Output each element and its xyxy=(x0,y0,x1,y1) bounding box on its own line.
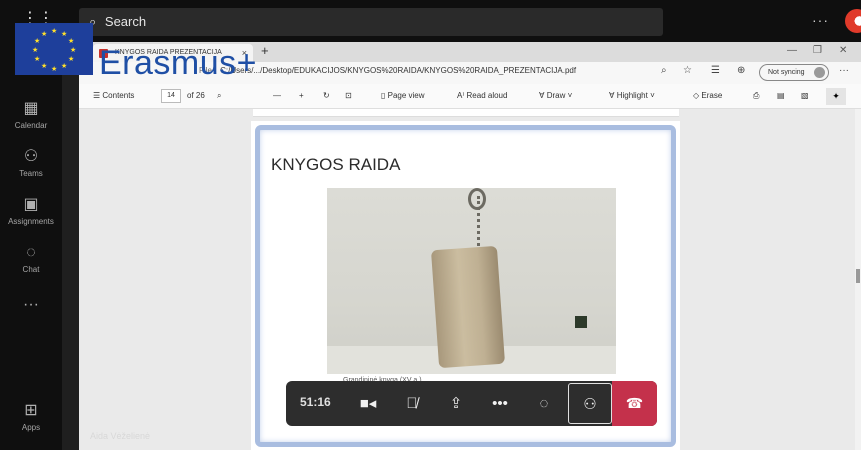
highlight-button[interactable]: ∀ Highlight ˅ xyxy=(609,91,655,100)
search-box[interactable]: ⌕ Search xyxy=(79,8,663,36)
apps-icon: ⊞ xyxy=(24,402,38,419)
user-avatar[interactable] xyxy=(845,9,861,33)
draw-button[interactable]: ∀ Draw ˅ xyxy=(539,91,572,100)
rail-label-teams: Teams xyxy=(19,169,43,178)
star-icon: ★ xyxy=(61,63,68,70)
teams-icon: ⚇ xyxy=(23,148,39,165)
zoom-out-icon[interactable]: — xyxy=(273,91,281,100)
meeting-controls: 51:16 ■◂ 🎙̸ ⇪ ••• ◌ ⚇ ☎ xyxy=(286,381,657,426)
browser-menu-icon[interactable]: ··· xyxy=(839,65,849,76)
star-icon: ★ xyxy=(34,56,41,63)
print-icon[interactable]: ⎙ xyxy=(753,91,759,101)
rail-label-assignments: Assignments xyxy=(8,217,54,226)
new-tab-button[interactable]: + xyxy=(261,43,269,58)
rail-item-chat[interactable]: ◌ Chat xyxy=(0,244,62,274)
minimize-icon[interactable]: — xyxy=(787,45,797,56)
pdf-toolbar: ☰ Contents 14 of 26 ⌕ — + ↻ ⊡ ▯ Page vie… xyxy=(79,84,861,109)
hang-up-button[interactable]: ☎ xyxy=(612,381,657,426)
profile-avatar xyxy=(814,67,825,78)
read-aloud-button[interactable]: A⁾ Read aloud xyxy=(457,91,507,100)
left-rail: ▦ Calendar ⚇ Teams ▣ Assignments ◌ Chat … xyxy=(0,42,62,450)
page-total: of 26 xyxy=(187,91,205,100)
star-icon: ★ xyxy=(68,38,75,45)
restore-icon[interactable]: ❐ xyxy=(813,45,822,56)
more-options-icon[interactable]: ··· xyxy=(812,12,829,28)
assignments-icon: ▣ xyxy=(23,196,39,213)
search-placeholder: Search xyxy=(104,14,147,29)
calendar-icon: ▦ xyxy=(23,100,39,117)
favorite-icon[interactable]: ☆ xyxy=(683,65,692,76)
zoom-icon[interactable]: ⌕ xyxy=(661,65,667,76)
participant-name: Aida Vėželienė xyxy=(90,431,151,441)
chat-button[interactable]: ◌ xyxy=(522,381,566,426)
contents-button[interactable]: ☰ Contents xyxy=(93,91,134,100)
erasmus-logo-text: Erasmus+ xyxy=(99,44,257,82)
share-button[interactable]: ⇪ xyxy=(434,381,478,426)
teams-window: ⋮⋮ ⌕ Search ··· ▦ Calendar ⚇ Teams ▣ Ass… xyxy=(0,0,861,450)
rail-item-teams[interactable]: ⚇ Teams xyxy=(0,148,62,178)
erase-button[interactable]: ◇ Erase xyxy=(693,91,722,100)
phone-hangup-icon: ☎ xyxy=(625,395,644,411)
more-icon: ••• xyxy=(492,395,508,412)
chained-book-photo xyxy=(327,188,616,374)
address-url: C:/Users/.../Desktop/EDUKACIJOS/KNYGOS%2… xyxy=(220,66,577,75)
page-view-label: Page view xyxy=(387,91,425,100)
star-icon: ★ xyxy=(68,56,75,63)
close-window-icon[interactable]: ✕ xyxy=(839,45,847,56)
highlight-label: Highlight xyxy=(616,91,648,100)
participants-button[interactable]: ⚇ xyxy=(568,383,612,424)
more-apps-icon: ··· xyxy=(23,296,39,313)
more-actions-button[interactable]: ••• xyxy=(478,381,522,426)
mic-muted-icon: 🎙̸ xyxy=(406,395,418,412)
meeting-timer: 51:16 xyxy=(300,395,331,409)
star-icon: ★ xyxy=(61,31,68,38)
rail-label-apps: Apps xyxy=(21,423,41,432)
camera-icon: ■◂ xyxy=(359,395,377,412)
rail-more-apps[interactable]: ··· xyxy=(0,296,62,317)
scroll-thumb[interactable] xyxy=(856,269,860,283)
save-icon[interactable]: ▤ xyxy=(777,91,785,100)
chained-book xyxy=(430,245,506,369)
top-bar: ⋮⋮ ⌕ Search ··· xyxy=(0,0,861,42)
mic-button[interactable]: 🎙̸ xyxy=(390,381,434,426)
share-screen-icon: ⇪ xyxy=(449,395,463,412)
draw-label: Draw xyxy=(546,91,566,100)
vertical-scrollbar[interactable] xyxy=(855,109,861,450)
display-object xyxy=(575,316,587,328)
rail-item-apps[interactable]: ⊞ Apps xyxy=(0,402,62,432)
eu-flag-logo: ★ ★ ★ ★ ★ ★ ★ ★ ★ ★ ★ ★ xyxy=(15,23,93,75)
sync-status-button[interactable]: Not syncing xyxy=(759,64,829,81)
pin-toolbar-icon[interactable]: ✦ xyxy=(826,88,846,105)
collections-icon[interactable]: ⊕ xyxy=(737,65,745,76)
previous-page xyxy=(253,109,679,117)
page-view-button[interactable]: ▯ Page view xyxy=(381,91,425,100)
slide-title: KNYGOS RAIDA xyxy=(271,155,401,174)
star-icon: ★ xyxy=(34,38,41,45)
rail-label-chat: Chat xyxy=(22,265,40,274)
star-icon: ★ xyxy=(70,47,77,54)
contents-label: Contents xyxy=(102,91,135,100)
erase-label: Erase xyxy=(701,91,723,100)
star-icon: ★ xyxy=(51,66,58,73)
chat-icon: ◌ xyxy=(26,244,36,261)
read-aloud-label: Read aloud xyxy=(466,91,508,100)
star-icon: ★ xyxy=(32,47,39,54)
camera-button[interactable]: ■◂ xyxy=(346,381,390,426)
star-icon: ★ xyxy=(41,31,48,38)
favorites-list-icon[interactable]: ☰ xyxy=(711,65,720,76)
rail-item-assignments[interactable]: ▣ Assignments xyxy=(0,196,62,226)
rotate-icon[interactable]: ↻ xyxy=(323,91,330,100)
star-icon: ★ xyxy=(41,63,48,70)
rail-item-calendar[interactable]: ▦ Calendar xyxy=(0,100,62,130)
page-number-input[interactable]: 14 xyxy=(161,89,181,103)
participants-icon: ⚇ xyxy=(583,396,597,413)
find-icon[interactable]: ⌕ xyxy=(217,91,221,101)
fit-page-icon[interactable]: ⊡ xyxy=(345,91,352,100)
sync-label: Not syncing xyxy=(768,69,805,76)
star-icon: ★ xyxy=(51,28,58,35)
zoom-in-icon[interactable]: + xyxy=(299,91,304,100)
save-as-icon[interactable]: ▧ xyxy=(801,91,809,100)
chat-bubble-icon: ◌ xyxy=(539,395,549,412)
rail-label-calendar: Calendar xyxy=(14,121,48,130)
